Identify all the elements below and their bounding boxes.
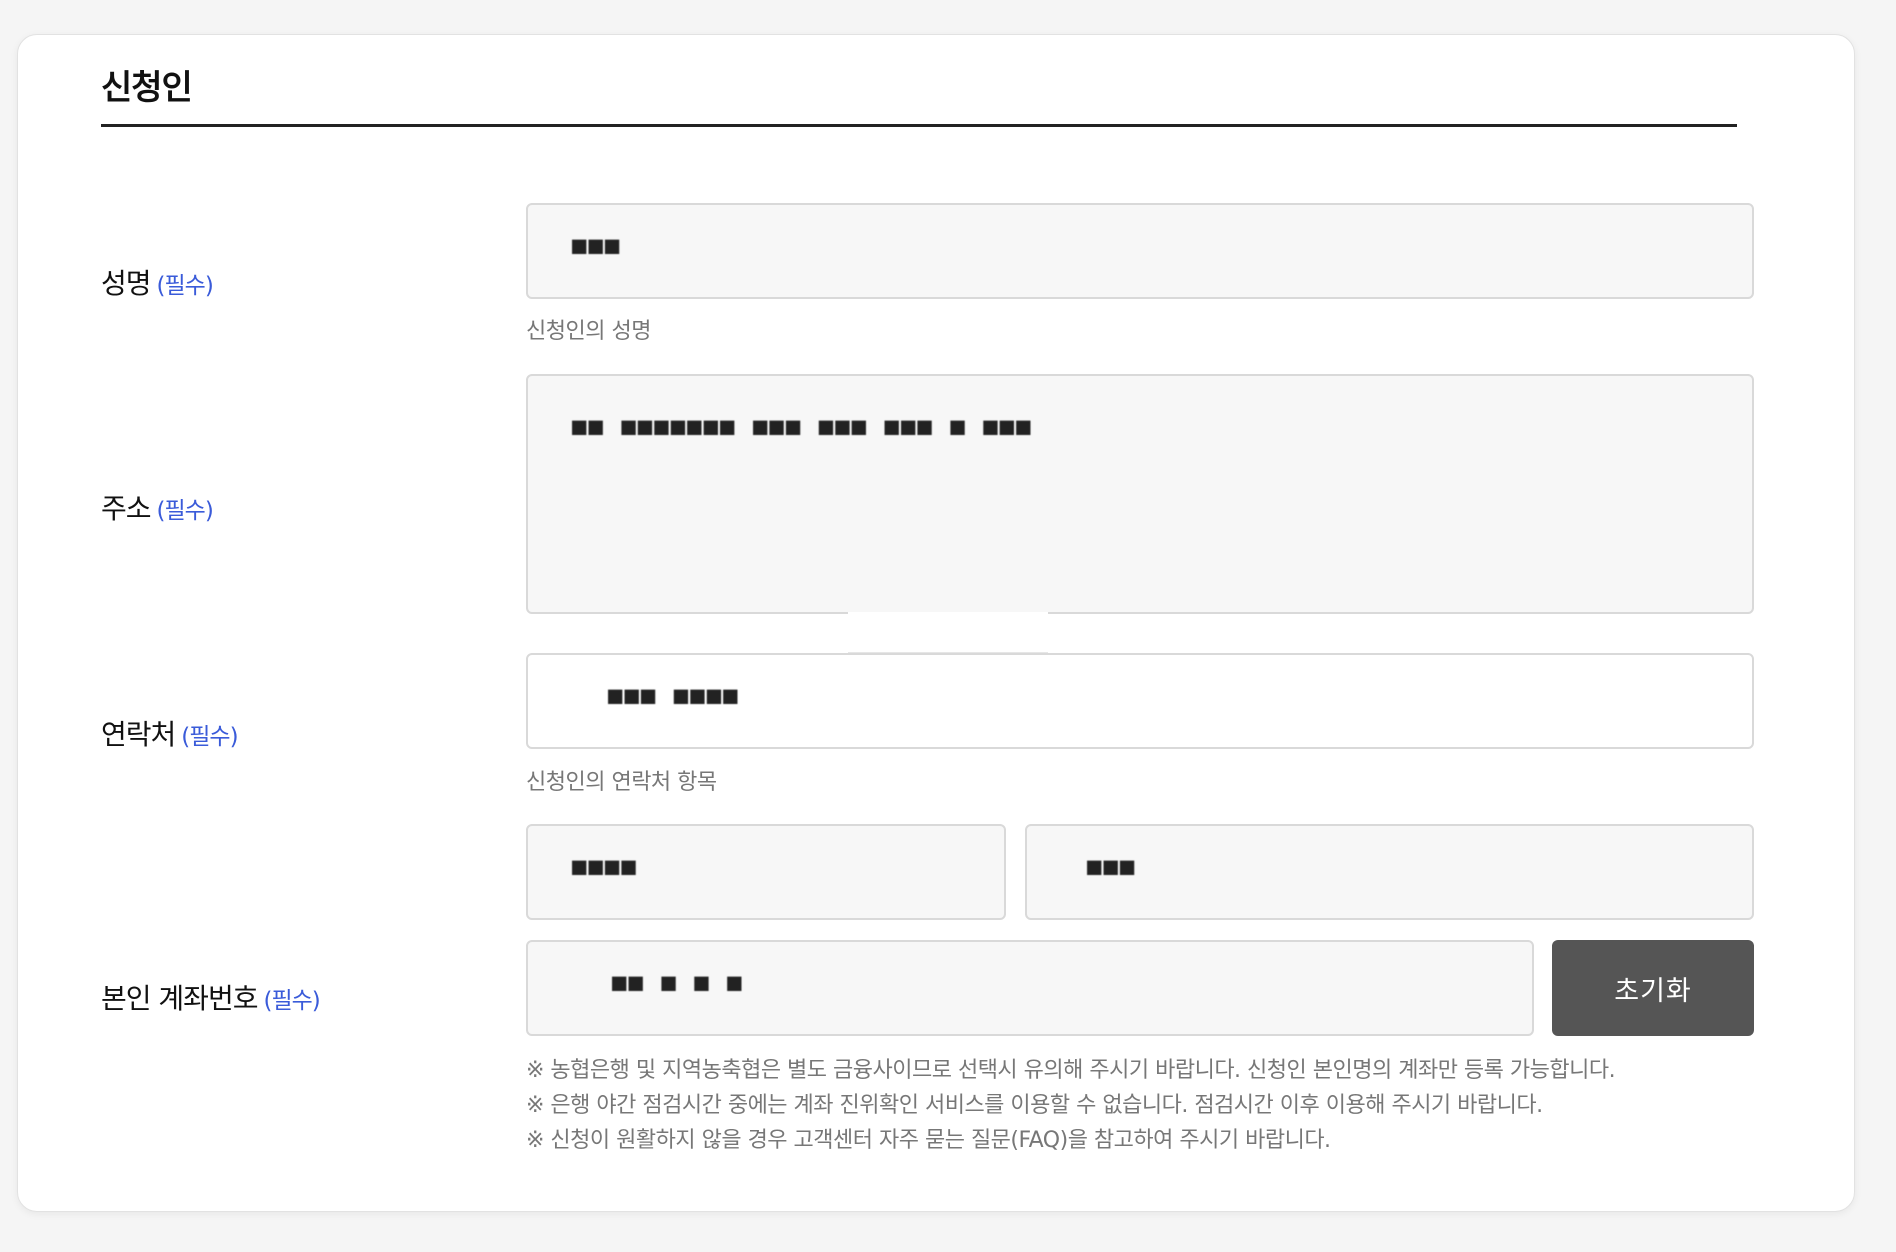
reset-button[interactable]: 초기화 xyxy=(1552,940,1754,1036)
address-textarea[interactable]: ■■ ■■■■■■■ ■■■ ■■■ ■■■ ■ ■■■ xyxy=(526,374,1754,614)
contact-value: ■■■ ■■■■ xyxy=(608,681,740,709)
required-tag: (필수) xyxy=(181,724,238,750)
account-number-value: ■■ ■ ■ ■ xyxy=(612,968,744,996)
address-label-text: 주소 xyxy=(101,492,152,525)
bank-value: ■■■■ xyxy=(572,852,638,880)
required-tag: (필수) xyxy=(156,273,214,299)
name-label-text: 성명 xyxy=(101,267,152,300)
account-note-3: ※ 신청이 원활하지 않을 경우 고객센터 자주 묻는 질문(FAQ)을 참고하… xyxy=(526,1128,1331,1153)
name-input[interactable]: ■■■ xyxy=(526,203,1754,299)
account-number-input[interactable]: ■■ ■ ■ ■ xyxy=(526,940,1534,1036)
title-divider xyxy=(101,124,1737,127)
contact-help-text: 신청인의 연락처 항목 xyxy=(526,770,717,795)
required-tag: (필수) xyxy=(263,988,320,1014)
account-holder-value: ■■■ xyxy=(1087,852,1137,880)
section-title: 신청인 xyxy=(101,68,193,108)
account-label: 본인 계좌번호 (필수) xyxy=(101,977,321,1017)
account-note-2: ※ 은행 야간 점검시간 중에는 계좌 진위확인 서비스를 이용할 수 없습니다… xyxy=(526,1093,1543,1118)
contact-input[interactable]: ■■■ ■■■■ xyxy=(526,653,1754,749)
name-value: ■■■ xyxy=(572,231,622,259)
contact-label-text: 연락처 xyxy=(101,718,176,751)
account-holder-input[interactable]: ■■■ xyxy=(1025,824,1754,920)
address-label: 주소 (필수) xyxy=(101,487,214,527)
bank-select[interactable]: ■■■■ xyxy=(526,824,1006,920)
name-help-text: 신청인의 성명 xyxy=(526,319,651,344)
account-note-1: ※ 농협은행 및 지역농축협은 별도 금융사이므로 선택시 유의해 주시기 바랍… xyxy=(526,1058,1616,1083)
address-value: ■■ ■■■■■■■ ■■■ ■■■ ■■■ ■ ■■■ xyxy=(572,412,1033,440)
contact-label: 연락처 (필수) xyxy=(101,713,239,753)
required-tag: (필수) xyxy=(156,498,214,524)
name-label: 성명 (필수) xyxy=(101,262,214,302)
divider-fragment xyxy=(848,612,1048,654)
account-label-text: 본인 계좌번호 xyxy=(101,982,258,1015)
